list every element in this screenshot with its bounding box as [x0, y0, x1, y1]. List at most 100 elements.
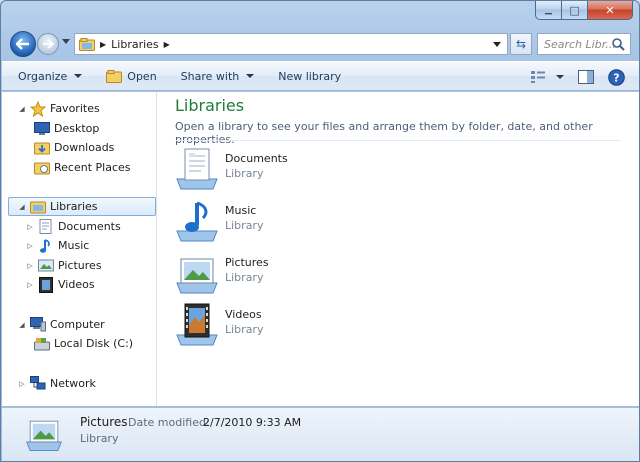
close-button[interactable]: ✕ [588, 1, 633, 20]
tree-item-recent-places[interactable]: Recent Places [34, 158, 131, 177]
search-icon [612, 38, 625, 51]
tree-item-documents[interactable]: ▷ Documents [26, 217, 121, 236]
tree-label-pictures: Pictures [58, 259, 102, 272]
open-folder-icon [106, 69, 123, 83]
view-options-icon [531, 71, 545, 83]
preview-pane-icon [578, 70, 594, 84]
expand-arrow-icon[interactable]: ▷ [26, 262, 34, 270]
forward-arrow-icon [43, 39, 54, 49]
caption-buttons: ▁ □ ✕ [535, 1, 633, 20]
star-icon [30, 100, 46, 117]
tree-item-libraries[interactable]: ◢ Libraries [8, 197, 156, 216]
tree-label-favorites: Favorites [50, 102, 100, 115]
breadcrumb-separator-icon: ▶ [100, 39, 107, 49]
search-box[interactable]: Search Libr... [537, 33, 631, 55]
tree-item-computer[interactable]: ◢ Computer [18, 315, 105, 334]
music-note-icon [38, 238, 54, 254]
details-pane: Pictures Date modified: 2/7/2010 9:33 AM… [2, 407, 639, 461]
divider [175, 140, 621, 141]
organize-button[interactable]: Organize [10, 65, 90, 87]
share-with-button[interactable]: Share with [173, 65, 263, 87]
minimize-button[interactable]: ▁ [535, 1, 562, 20]
library-kind: Library [225, 323, 264, 336]
expand-arrow-icon[interactable]: ▷ [26, 281, 34, 289]
details-modified-value: 2/7/2010 9:33 AM [203, 416, 302, 429]
expand-arrow-icon[interactable]: ▷ [26, 223, 34, 231]
documents-library-icon [176, 148, 218, 190]
documents-icon [38, 218, 54, 235]
open-label: Open [127, 69, 157, 83]
share-with-chevron-down-icon [246, 74, 255, 78]
page-title: Libraries [175, 96, 245, 115]
library-name: Pictures [225, 256, 269, 269]
tree-label-network: Network [50, 377, 96, 390]
command-bar: Organize Open Share with New library ? [2, 61, 639, 91]
maximize-button[interactable]: □ [562, 1, 588, 20]
maximize-icon: □ [569, 3, 580, 17]
computer-icon [30, 317, 46, 333]
organize-label: Organize [18, 69, 68, 83]
network-icon [30, 376, 46, 392]
tree-label-recent-places: Recent Places [54, 161, 131, 174]
forward-button[interactable] [37, 33, 59, 55]
tree-label-videos: Videos [58, 278, 95, 291]
libraries-icon [30, 199, 46, 215]
breadcrumb-libraries[interactable]: Libraries [111, 38, 159, 51]
page-subtitle: Open a library to see your files and arr… [175, 120, 593, 146]
pictures-library-icon [26, 420, 62, 451]
back-arrow-icon [16, 38, 29, 50]
tree-item-music[interactable]: ▷ Music [26, 236, 89, 255]
pictures-icon [38, 258, 54, 274]
tree-item-videos[interactable]: ▷ Videos [26, 275, 95, 294]
tree-item-pictures[interactable]: ▷ Pictures [26, 256, 102, 275]
tree-item-downloads[interactable]: Downloads [34, 138, 114, 157]
tree-label-documents: Documents [58, 220, 121, 233]
videos-library-icon [176, 303, 218, 346]
library-kind: Library [225, 167, 264, 180]
library-name: Music [225, 204, 257, 217]
tree-item-network[interactable]: ▷ Network [18, 374, 96, 393]
library-item-videos[interactable]: Videos Library [175, 303, 475, 351]
collapse-arrow-icon[interactable]: ◢ [18, 203, 26, 211]
organize-chevron-down-icon [74, 74, 83, 78]
tree-item-desktop[interactable]: Desktop [34, 119, 99, 138]
expand-arrow-icon[interactable]: ▷ [18, 380, 26, 388]
help-button[interactable]: ? [608, 68, 625, 86]
library-item-pictures[interactable]: Pictures Library [175, 251, 475, 299]
view-controls: ? [530, 62, 639, 92]
address-bar[interactable]: ▶ Libraries ▶ [74, 33, 508, 55]
breadcrumb-chevron-icon[interactable]: ▶ [164, 40, 170, 49]
details-item-name: Pictures [80, 415, 128, 429]
pictures-library-icon [176, 258, 218, 294]
view-chevron-down-icon[interactable] [556, 75, 564, 79]
downloads-folder-icon [34, 140, 50, 156]
open-button[interactable]: Open [98, 65, 164, 87]
new-library-button[interactable]: New library [270, 65, 349, 87]
recent-pages-dropdown[interactable] [62, 39, 70, 44]
library-item-documents[interactable]: Documents Library [175, 147, 475, 195]
preview-pane-button[interactable] [578, 70, 594, 84]
tree-item-favorites[interactable]: ◢ Favorites [18, 99, 100, 118]
desktop-icon [34, 121, 50, 137]
change-view-button[interactable] [530, 70, 564, 84]
content-pane: Libraries Open a library to see your fil… [159, 92, 639, 406]
address-dropdown-icon[interactable] [493, 42, 501, 47]
music-library-icon [176, 201, 218, 242]
refresh-button[interactable]: ⇆ [510, 33, 532, 55]
collapse-arrow-icon[interactable]: ◢ [18, 105, 26, 113]
tree-item-local-disk[interactable]: Local Disk (C:) [34, 334, 133, 353]
back-button[interactable] [10, 31, 36, 57]
collapse-arrow-icon[interactable]: ◢ [18, 321, 26, 329]
library-kind: Library [225, 271, 264, 284]
library-name: Videos [225, 308, 262, 321]
videos-icon [38, 276, 54, 293]
refresh-icon: ⇆ [515, 37, 527, 51]
main-pane: ◢ Favorites Desktop Downloads Recent Pla… [2, 92, 639, 406]
explorer-window: ▁ □ ✕ ▶ Libraries ▶ ⇆ Search Libr... Org… [0, 0, 640, 462]
tree-label-downloads: Downloads [54, 141, 115, 154]
help-icon: ? [608, 68, 625, 86]
library-item-music[interactable]: Music Library [175, 199, 475, 247]
tree-label-libraries: Libraries [50, 200, 98, 213]
expand-arrow-icon[interactable]: ▷ [26, 242, 34, 250]
share-with-label: Share with [180, 69, 240, 83]
